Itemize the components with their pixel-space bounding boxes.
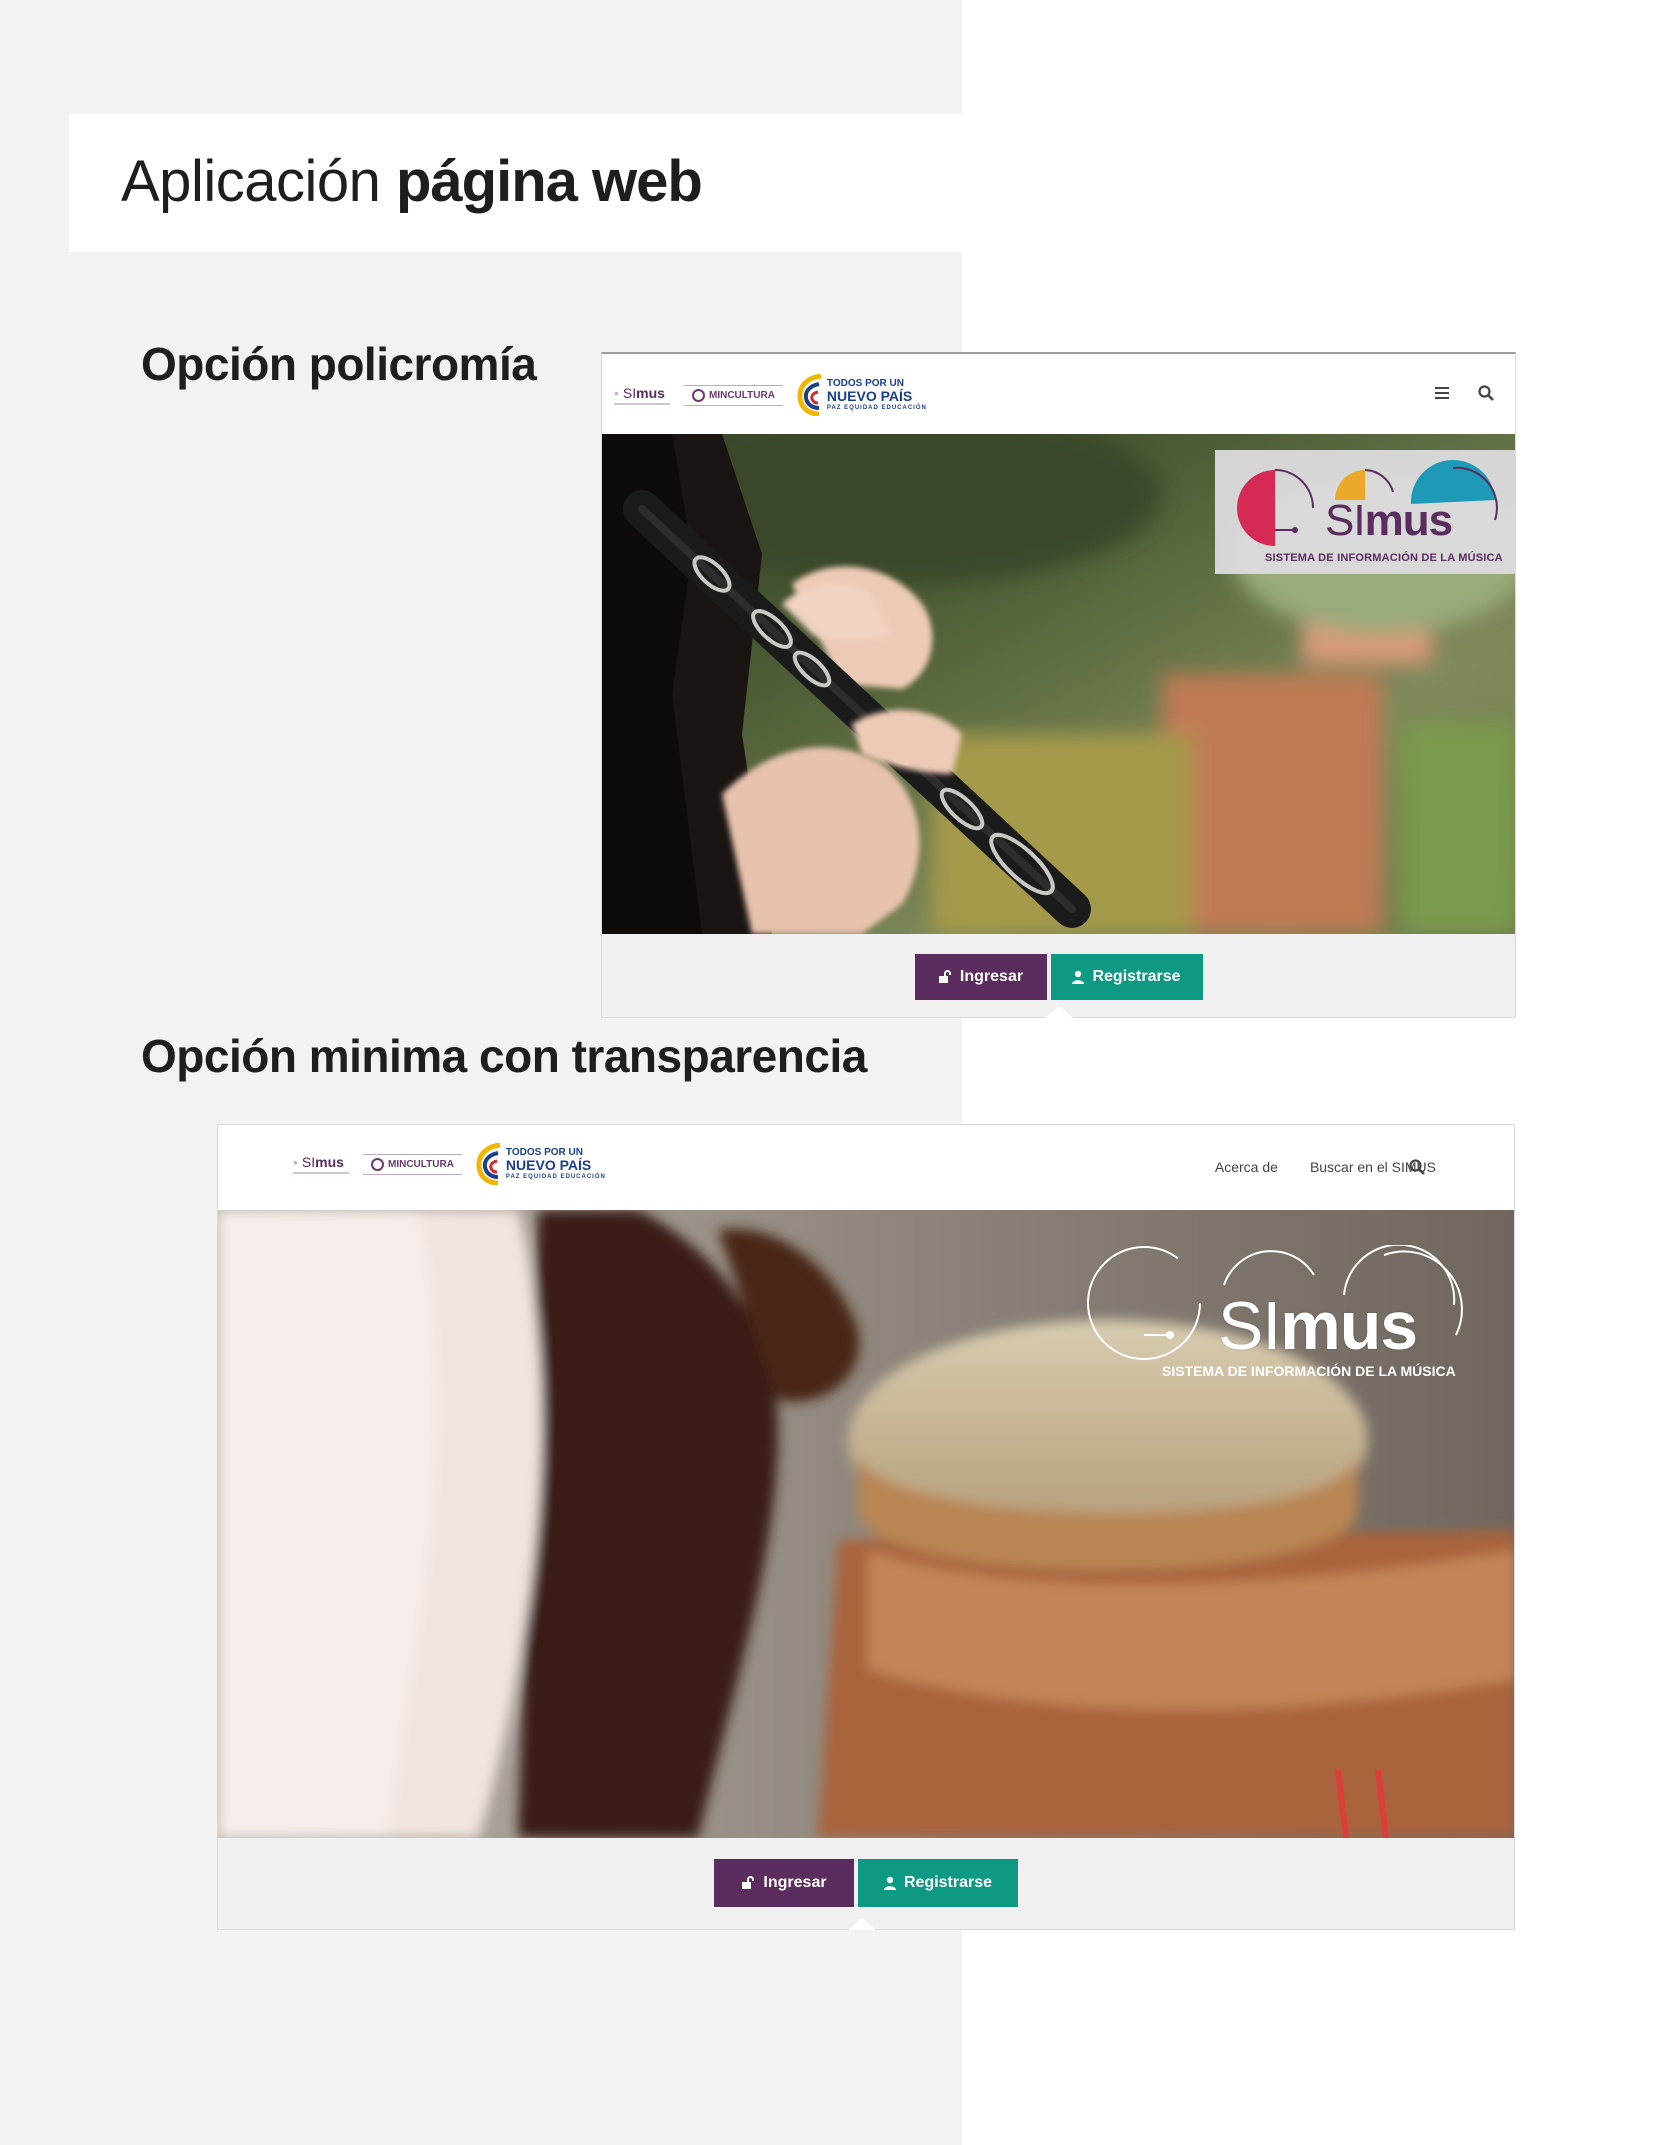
simus-mus-text: mus bbox=[636, 384, 665, 401]
navbar: • SImus MINCULTURA TODOS POR UN NUEVO PAÍ… bbox=[218, 1125, 1514, 1210]
register-label: Registrarse bbox=[1092, 968, 1181, 985]
navbar: • SImus MINCULTURA TODOS POR UN NUEVO PAÍ… bbox=[602, 354, 1515, 434]
login-label: Ingresar bbox=[959, 968, 1024, 985]
hero-image-clarinet: SImus SISTEMA DE INFORMACIÓN DE LA MÚSIC… bbox=[602, 434, 1515, 934]
menu-icon[interactable] bbox=[1433, 384, 1451, 402]
pointer-notch bbox=[848, 1918, 876, 1930]
simus-color-logo: SImus SISTEMA DE INFORMACIÓN DE LA MÚSIC… bbox=[1215, 450, 1515, 574]
seal-icon bbox=[371, 1157, 384, 1171]
header-logos: • SImus MINCULTURA TODOS POR UN NUEVO PAÍ… bbox=[614, 374, 927, 416]
nav-links: Acerca de Buscar en el SIMUS bbox=[1215, 1159, 1436, 1175]
user-icon bbox=[883, 1876, 896, 1890]
mincultura-logo[interactable]: MINCULTURA bbox=[684, 384, 783, 406]
pointer-notch bbox=[1045, 1006, 1073, 1018]
auth-buttons: Ingresar Registrarse bbox=[602, 954, 1515, 1000]
simus-logo-small[interactable]: • SImus bbox=[614, 386, 670, 405]
page-title: Aplicación página web bbox=[121, 149, 703, 214]
nav-link-acerca[interactable]: Acerca de bbox=[1215, 1159, 1278, 1175]
nav-icons bbox=[1433, 384, 1495, 402]
user-icon bbox=[1072, 970, 1085, 984]
search-icon[interactable] bbox=[1477, 384, 1495, 402]
section-heading-transparencia: Opción minima con transparencia bbox=[141, 1030, 867, 1082]
hero-image-drum: SImus SISTEMA DE INFORMACIÓN DE LA MÚSIC… bbox=[218, 1210, 1514, 1838]
simus-transparent-logo: SImus SISTEMA DE INFORMACIÓN DE LA MÚSIC… bbox=[1084, 1245, 1464, 1385]
simus-caption: SISTEMA DE INFORMACIÓN DE LA MÚSICA bbox=[1265, 552, 1503, 564]
seal-icon bbox=[692, 388, 705, 402]
search-icon[interactable] bbox=[1408, 1158, 1426, 1176]
auth-buttons: Ingresar Registrarse bbox=[218, 1859, 1514, 1907]
title-light-text: Aplicación bbox=[121, 149, 381, 214]
register-button[interactable]: Registrarse bbox=[858, 1859, 1018, 1907]
section-heading-policromia: Opción policromía bbox=[141, 338, 537, 390]
nuevo-line2: NUEVO PAÍS bbox=[505, 1157, 592, 1173]
colombia-swoosh-icon bbox=[476, 1143, 501, 1185]
simus-caption: SISTEMA DE INFORMACIÓN DE LA MÚSICA bbox=[1162, 1363, 1456, 1379]
simus-mus-text: mus bbox=[315, 1153, 344, 1170]
website-mockup-policromia: • SImus MINCULTURA TODOS POR UN NUEVO PAÍ… bbox=[601, 352, 1516, 1018]
nuevo-pais-logo[interactable]: TODOS POR UN NUEVO PAÍS PAZ EQUIDAD EDUC… bbox=[797, 374, 927, 416]
mincultura-logo[interactable]: MINCULTURA bbox=[363, 1153, 462, 1175]
title-box: Aplicación página web bbox=[69, 114, 962, 252]
mincultura-text: MINCULTURA bbox=[709, 389, 775, 401]
login-button[interactable]: Ingresar bbox=[714, 1859, 854, 1907]
nuevo-line3: PAZ EQUIDAD EDUCACIÓN bbox=[826, 405, 927, 411]
simus-wordmark: SImus bbox=[1325, 496, 1453, 545]
login-label: Ingresar bbox=[763, 1874, 827, 1891]
simus-logo-small[interactable]: • SImus bbox=[293, 1155, 349, 1174]
simus-si-text: SI bbox=[622, 384, 637, 401]
website-mockup-transparencia: • SImus MINCULTURA TODOS POR UN NUEVO PAÍ… bbox=[217, 1124, 1515, 1930]
mincultura-text: MINCULTURA bbox=[388, 1158, 454, 1170]
unlock-icon bbox=[742, 1876, 755, 1889]
simus-wordmark: SImus bbox=[1218, 1288, 1418, 1364]
colombia-swoosh-icon bbox=[797, 374, 822, 416]
nuevo-line3: PAZ EQUIDAD EDUCACIÓN bbox=[505, 1174, 606, 1180]
register-button[interactable]: Registrarse bbox=[1050, 954, 1203, 1000]
login-button[interactable]: Ingresar bbox=[914, 954, 1047, 1000]
unlock-icon bbox=[938, 970, 951, 983]
nuevo-line2: NUEVO PAÍS bbox=[826, 388, 913, 404]
header-logos: • SImus MINCULTURA TODOS POR UN NUEVO PAÍ… bbox=[293, 1143, 606, 1185]
title-bold-text: página web bbox=[396, 149, 703, 214]
nav-icons bbox=[1408, 1158, 1426, 1176]
register-label: Registrarse bbox=[903, 1874, 993, 1891]
simus-si-text: SI bbox=[301, 1153, 316, 1170]
nuevo-pais-logo[interactable]: TODOS POR UN NUEVO PAÍS PAZ EQUIDAD EDUC… bbox=[476, 1143, 606, 1185]
